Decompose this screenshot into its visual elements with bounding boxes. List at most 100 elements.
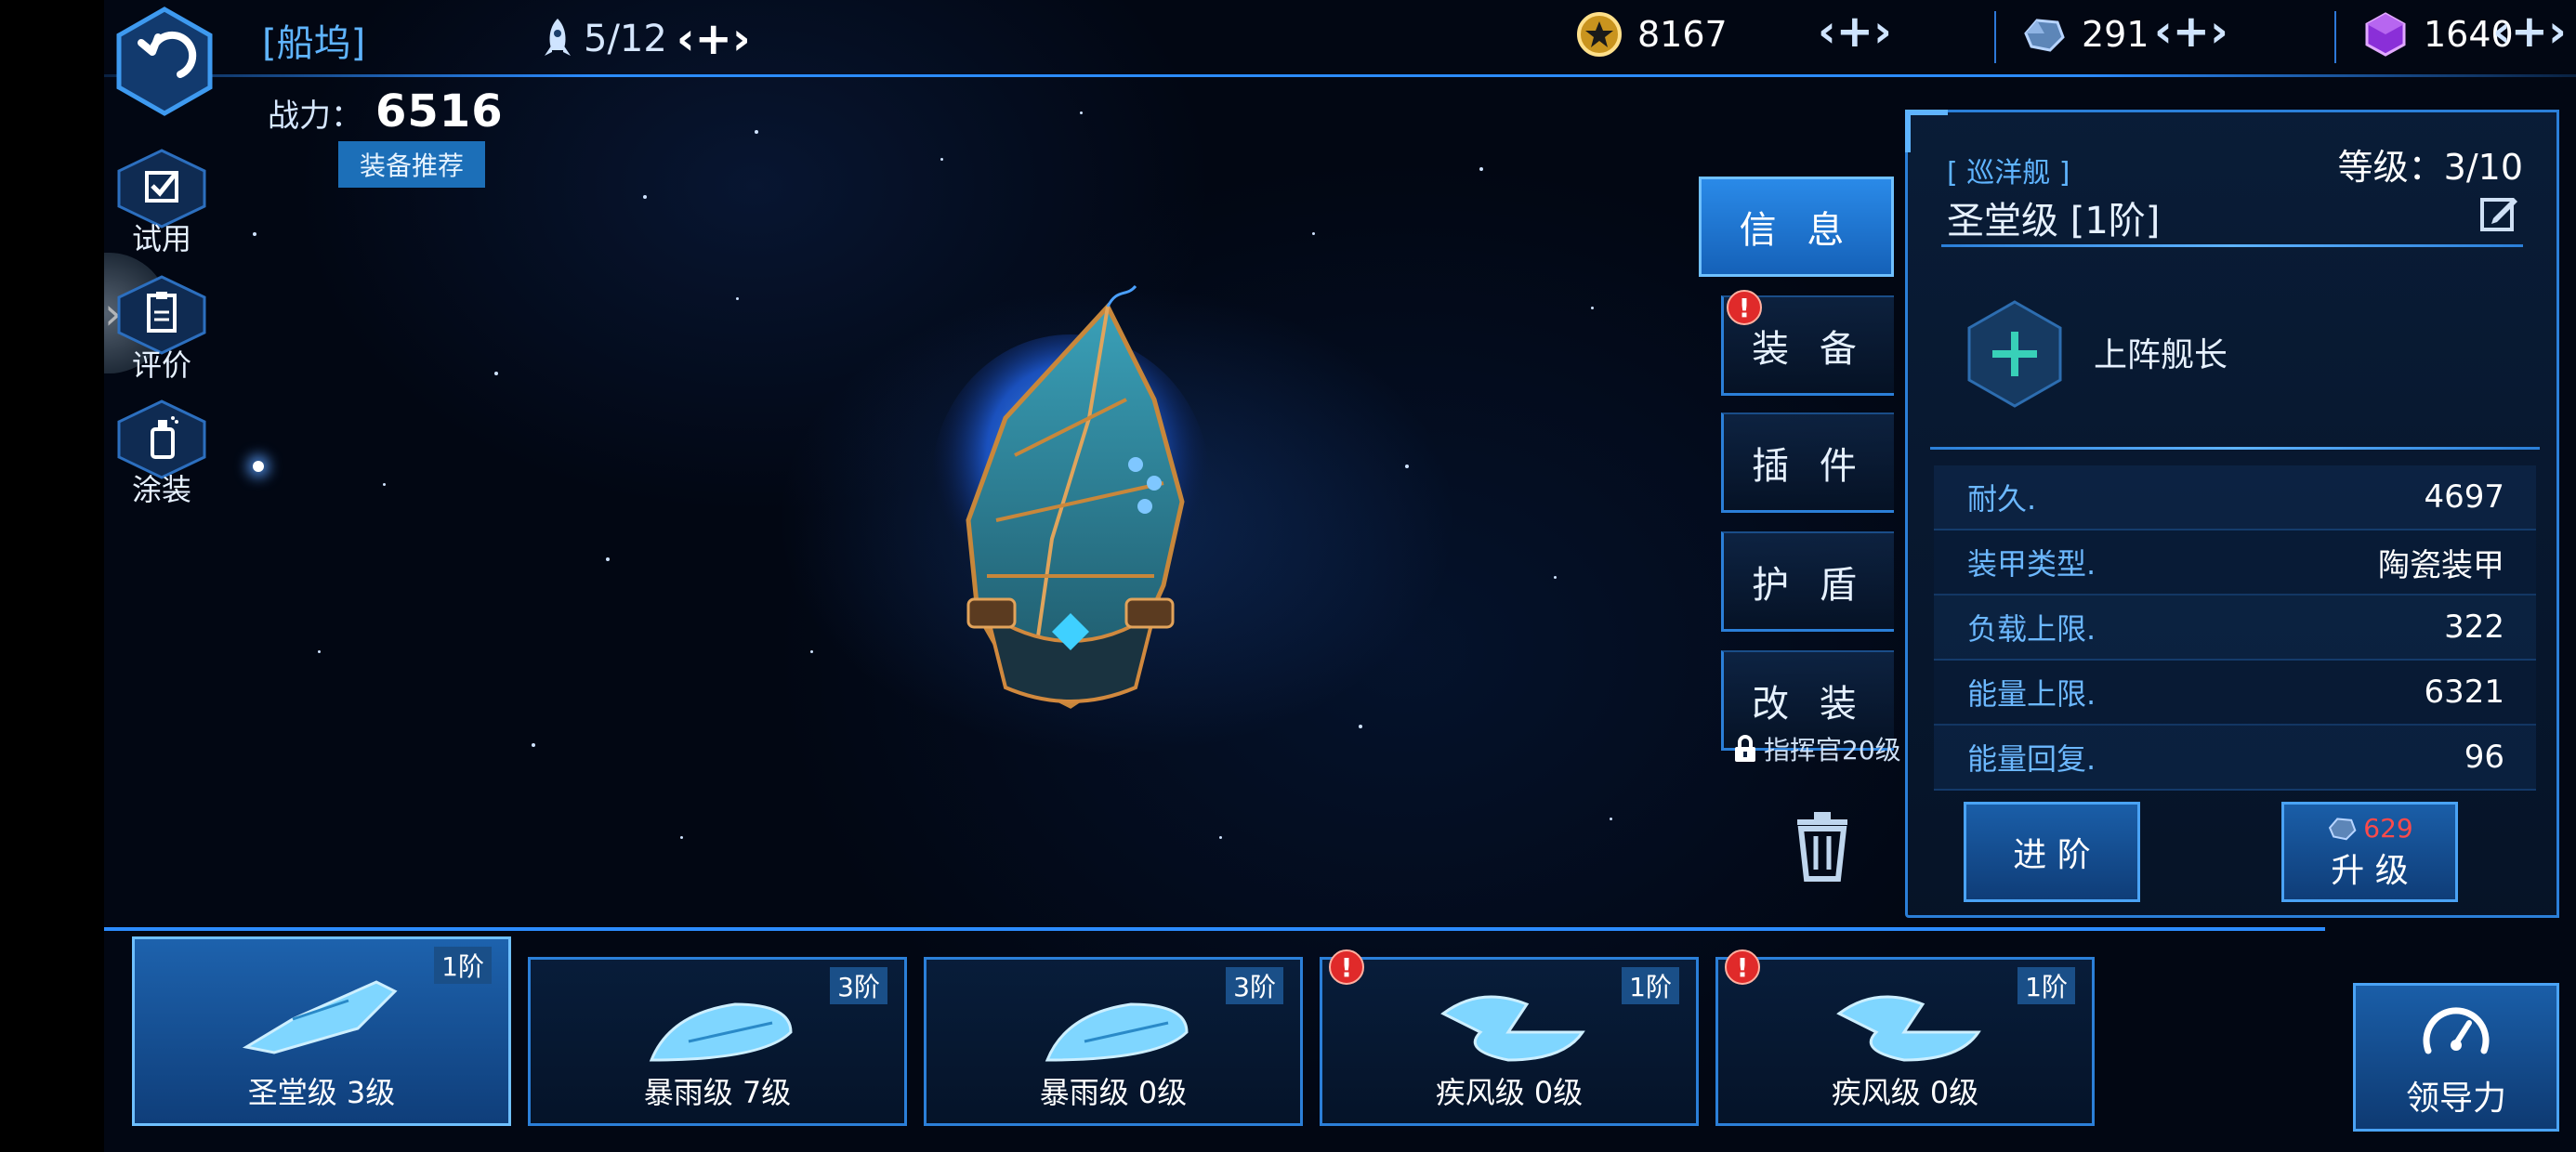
ship-card[interactable]: 1阶 疾风级 0级 (1715, 957, 2095, 1126)
ship-thumbnail-icon (649, 1002, 793, 1062)
tab-modify-label: 改 装 (1752, 682, 1866, 726)
tab-equipment-label: 装 备 (1752, 327, 1866, 371)
ship-name: 圣堂级 [1阶] (1947, 200, 2161, 242)
top-bar-divider (104, 74, 2576, 77)
fleet-count-value: 5/12 (584, 18, 667, 60)
stat-label: 能量回复. (1967, 741, 2096, 777)
resource-gem: 1640 (2362, 11, 2514, 58)
ship-tier: 1阶 (1622, 967, 1679, 1004)
ship-thumbnail-icon (1045, 1002, 1189, 1062)
gauge-icon (2423, 1007, 2490, 1054)
gem-add-button[interactable]: ‹+› (2492, 6, 2567, 58)
ship-card-name: 疾风级 0级 (1831, 1075, 1979, 1110)
stat-value: 4697 (2424, 478, 2504, 516)
ship-tier: 1阶 (434, 947, 492, 984)
ship-tier: 3阶 (830, 967, 887, 1004)
stat-label: 能量上限. (1967, 676, 2096, 712)
ship-tier: 1阶 (2017, 967, 2075, 1004)
gold-add-button[interactable]: ‹+› (1818, 6, 1892, 58)
stat-row-armor-type: 装甲类型. 陶瓷装甲 (1934, 530, 2536, 596)
ship-class: [ 巡洋舰 ] (1947, 157, 2070, 190)
stat-row-durability: 耐久. 4697 (1934, 465, 2536, 530)
resource-separator (2334, 11, 2336, 63)
ship-card[interactable]: 1阶 疾风级 0级 (1320, 957, 1699, 1126)
purple-gem-icon (2365, 12, 2406, 57)
ship-info-panel: [ 巡洋舰 ] 圣堂级 [1阶] 等级：3/10 上阵舰长 耐久. 4697 装… (1905, 110, 2559, 918)
bottom-bar-divider (104, 927, 2325, 931)
stat-value: 6321 (2424, 674, 2504, 711)
tab-info-label: 信 息 (1739, 209, 1854, 252)
upgrade-cost: 629 (2326, 812, 2413, 844)
paint-button[interactable]: 涂装 (115, 399, 208, 511)
stat-label: 装甲类型. (1967, 546, 2096, 582)
tab-plugins-label: 插 件 (1752, 444, 1866, 488)
page-title: [船坞] (262, 22, 366, 65)
gold-value: 8167 (1637, 14, 1728, 55)
ship-level: 等级：3/10 (2337, 147, 2523, 188)
ship-thumbnail-icon (242, 980, 398, 1054)
combat-power: 战力： 6516 (268, 85, 504, 137)
fleet-count: 5/12 ‹+› (541, 13, 751, 65)
stat-row-energy-regen: 能量回复. 96 (1934, 726, 2536, 791)
stat-value: 陶瓷装甲 (2378, 546, 2504, 584)
ship-model-image[interactable] (848, 279, 1312, 836)
advance-button[interactable]: 进 阶 (1964, 802, 2140, 902)
tab-info[interactable]: 信 息 (1699, 177, 1894, 277)
combat-power-label: 战力： (268, 98, 362, 135)
combat-power-value: 6516 (375, 85, 504, 137)
upgrade-label: 升 级 (2331, 851, 2409, 890)
leadership-label: 领导力 (2405, 1080, 2506, 1118)
advance-label: 进 阶 (2013, 836, 2091, 874)
resource-separator (1994, 11, 1996, 63)
upgrade-cost-value: 629 (2363, 812, 2413, 844)
ship-alert-badge: ! (1329, 949, 1364, 985)
trial-label: 试用 (131, 221, 191, 256)
tab-shield[interactable]: 护 盾 (1721, 531, 1894, 632)
edit-icon[interactable] (2478, 192, 2519, 233)
crystal-add-button[interactable]: ‹+› (2154, 6, 2228, 58)
ship-card[interactable]: 3阶 暴雨级 7级 (528, 957, 907, 1126)
trial-button[interactable]: 试用 (115, 149, 208, 260)
upgrade-button[interactable]: 629 升 级 (2281, 802, 2458, 902)
stat-row-load-limit: 负载上限. 322 (1934, 596, 2536, 661)
equipment-alert-badge: ! (1727, 290, 1762, 325)
resource-gold: 8167 (1576, 11, 1728, 58)
lock-icon (1735, 735, 1755, 762)
tab-shield-label: 护 盾 (1752, 563, 1866, 607)
game-screen: [船坞] 5/12 ‹+› 8167 ‹+› 291 ‹+› 1640 ‹+› … (104, 0, 2576, 1152)
gold-coin-icon (1577, 12, 1622, 57)
modify-lock-text: 指挥官20级 (1764, 735, 1901, 766)
modify-lock-note: 指挥官20级 (1732, 730, 1901, 767)
stat-label: 耐久. (1967, 481, 2037, 517)
panel-divider (1941, 244, 2523, 247)
leadership-button[interactable]: 领导力 (2353, 983, 2559, 1132)
ship-card-name: 暴雨级 7级 (643, 1075, 792, 1110)
crystal-ore-icon (2024, 19, 2065, 52)
ship-tier: 3阶 (1226, 967, 1283, 1004)
crystal-value: 291 (2082, 14, 2149, 55)
review-button[interactable]: 评价 (115, 275, 208, 386)
assign-captain-label: 上阵舰长 (2094, 336, 2228, 374)
paint-label: 涂装 (131, 472, 191, 507)
ship-alert-badge: ! (1725, 949, 1760, 985)
ship-stats: 耐久. 4697 装甲类型. 陶瓷装甲 负载上限. 322 能量上限. 6321… (1934, 465, 2536, 791)
ship-card-name: 圣堂级 3级 (247, 1075, 396, 1110)
review-label: 评价 (131, 347, 191, 383)
assign-captain-button[interactable] (1964, 298, 2066, 410)
crystal-ore-icon (2329, 818, 2357, 841)
stat-value: 322 (2444, 609, 2504, 646)
ship-thumbnail-icon (1836, 995, 1981, 1062)
ship-card-name: 疾风级 0级 (1435, 1075, 1584, 1110)
fleet-add-button[interactable]: ‹+› (677, 13, 751, 65)
equipment-recommend-button[interactable]: 装备推荐 (338, 141, 485, 188)
tab-plugins[interactable]: 插 件 (1721, 412, 1894, 513)
rocket-icon (545, 19, 571, 56)
ship-card[interactable]: 1阶 圣堂级 3级 (132, 936, 511, 1126)
ship-card[interactable]: 3阶 暴雨级 0级 (924, 957, 1303, 1126)
trash-icon[interactable] (1790, 808, 1855, 883)
back-button[interactable] (113, 6, 216, 117)
stat-label: 负载上限. (1967, 611, 2096, 647)
stat-row-energy-limit: 能量上限. 6321 (1934, 661, 2536, 726)
resource-crystal: 291 (2020, 11, 2149, 58)
stat-value: 96 (2464, 739, 2504, 776)
